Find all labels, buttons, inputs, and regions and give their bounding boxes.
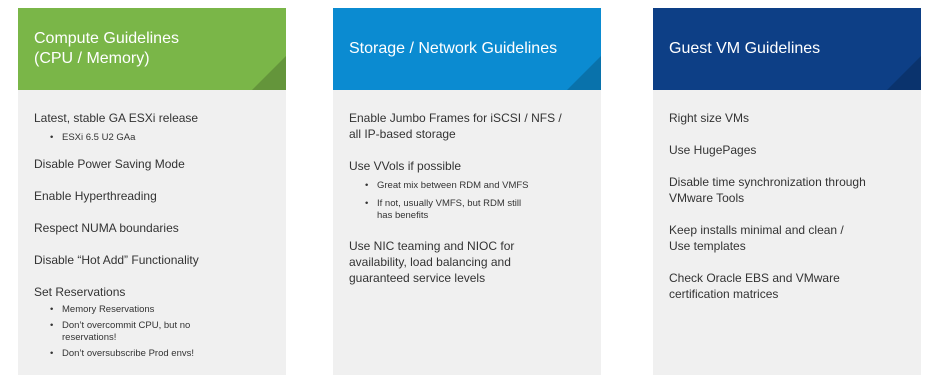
guideline-item: Use HugePages (669, 142, 907, 158)
sub-list: • Memory Reservations • Don’t overcommit C… (50, 304, 272, 360)
guideline-item: Use NIC teaming and NIOC for availabilit… (349, 238, 587, 286)
guideline-item: Disable “Hot Add” Functionality (34, 252, 272, 268)
guideline-item: Set Reservations • Memory Reservations • D… (34, 284, 272, 360)
storage-network-guidelines-title: Storage / Network Guidelines (349, 40, 558, 57)
sub-item: • ESXi 6.5 U2 GAa (50, 132, 272, 144)
sub-item: • Memory Reservations (50, 304, 272, 316)
sub-item-text: Memory Reservations (62, 304, 155, 315)
guideline-text: Keep installs minimal and clean / Use te… (669, 223, 844, 253)
sub-item-text: Great mix between RDM and VMFS (377, 180, 529, 191)
guideline-item: Right size VMs (669, 110, 907, 126)
guest-vm-guidelines-title: Guest VM Guidelines (669, 40, 821, 57)
guideline-text: Enable Jumbo Frames for iSCSI / NFS / al… (349, 111, 562, 141)
guideline-text: Check Oracle EBS and VMware certificatio… (669, 271, 840, 301)
guideline-item: Check Oracle EBS and VMware certificatio… (669, 270, 907, 302)
storage-network-guidelines-header: Storage / Network Guidelines (333, 8, 601, 90)
compute-guidelines-title: Compute Guidelines (CPU / Memory) (34, 30, 179, 67)
bullet-icon: • (365, 198, 369, 209)
guideline-text: Set Reservations (34, 285, 126, 299)
compute-guidelines-body: Latest, stable GA ESXi release • ESXi 6.5… (18, 90, 286, 360)
guideline-text: Latest, stable GA ESXi release (34, 111, 199, 125)
sub-list: • ESXi 6.5 U2 GAa (50, 132, 272, 144)
guest-vm-guidelines-header: Guest VM Guidelines (653, 8, 921, 90)
header-fold-decoration (887, 56, 921, 90)
storage-network-guidelines-body: Enable Jumbo Frames for iSCSI / NFS / al… (333, 90, 601, 286)
guideline-item: Disable time synchronization through VMw… (669, 174, 907, 206)
guideline-text: Use NIC teaming and NIOC for availabilit… (349, 239, 515, 285)
header-fold-decoration (252, 56, 286, 90)
sub-item-text: Don’t overcommit CPU, but no reservation… (62, 320, 191, 343)
guideline-text: Use VVols if possible (349, 159, 462, 173)
guideline-item: Disable Power Saving Mode (34, 156, 272, 172)
guest-vm-guidelines-body: Right size VMs Use HugePages Disable tim… (653, 90, 921, 302)
sub-item: • If not, usually VMFS, but RDM still has… (365, 198, 587, 222)
sub-item: • Great mix between RDM and VMFS (365, 180, 587, 192)
header-fold-decoration (567, 56, 601, 90)
sub-item: • Don’t oversubscribe Prod envs! (50, 348, 272, 360)
guideline-text: Right size VMs (669, 111, 750, 125)
bullet-icon: • (50, 320, 54, 331)
guideline-text: Use HugePages (669, 143, 757, 157)
storage-network-guidelines-panel: Storage / Network Guidelines Enable Jumb… (333, 8, 601, 375)
guideline-text: Enable Hyperthreading (34, 189, 157, 203)
guideline-text: Disable “Hot Add” Functionality (34, 253, 199, 267)
bullet-icon: • (50, 348, 54, 359)
bullet-icon: • (50, 132, 54, 143)
compute-guidelines-panel: Compute Guidelines (CPU / Memory) Latest… (18, 8, 286, 375)
guideline-item: Enable Jumbo Frames for iSCSI / NFS / al… (349, 110, 587, 142)
bullet-icon: • (365, 180, 369, 191)
sub-item-text: Don’t oversubscribe Prod envs! (62, 348, 195, 359)
sub-item-text: ESXi 6.5 U2 GAa (62, 132, 136, 143)
guideline-item: Use VVols if possible • Great mix between… (349, 158, 587, 222)
compute-guidelines-header: Compute Guidelines (CPU / Memory) (18, 8, 286, 90)
guideline-text: Disable time synchronization through VMw… (669, 175, 866, 205)
guideline-item: Respect NUMA boundaries (34, 220, 272, 236)
sub-item: • Don’t overcommit CPU, but no reservatio… (50, 320, 272, 344)
guideline-text: Respect NUMA boundaries (34, 221, 179, 235)
bullet-icon: • (50, 304, 54, 315)
guideline-item: Latest, stable GA ESXi release • ESXi 6.5… (34, 110, 272, 144)
guideline-item: Enable Hyperthreading (34, 188, 272, 204)
guideline-text: Disable Power Saving Mode (34, 157, 185, 171)
sub-item-text: If not, usually VMFS, but RDM still has … (377, 198, 522, 221)
guest-vm-guidelines-panel: Guest VM Guidelines Right size VMs Use H… (653, 8, 921, 375)
sub-list: • Great mix between RDM and VMFS • If not,… (365, 180, 587, 222)
guideline-item: Keep installs minimal and clean / Use te… (669, 222, 907, 254)
